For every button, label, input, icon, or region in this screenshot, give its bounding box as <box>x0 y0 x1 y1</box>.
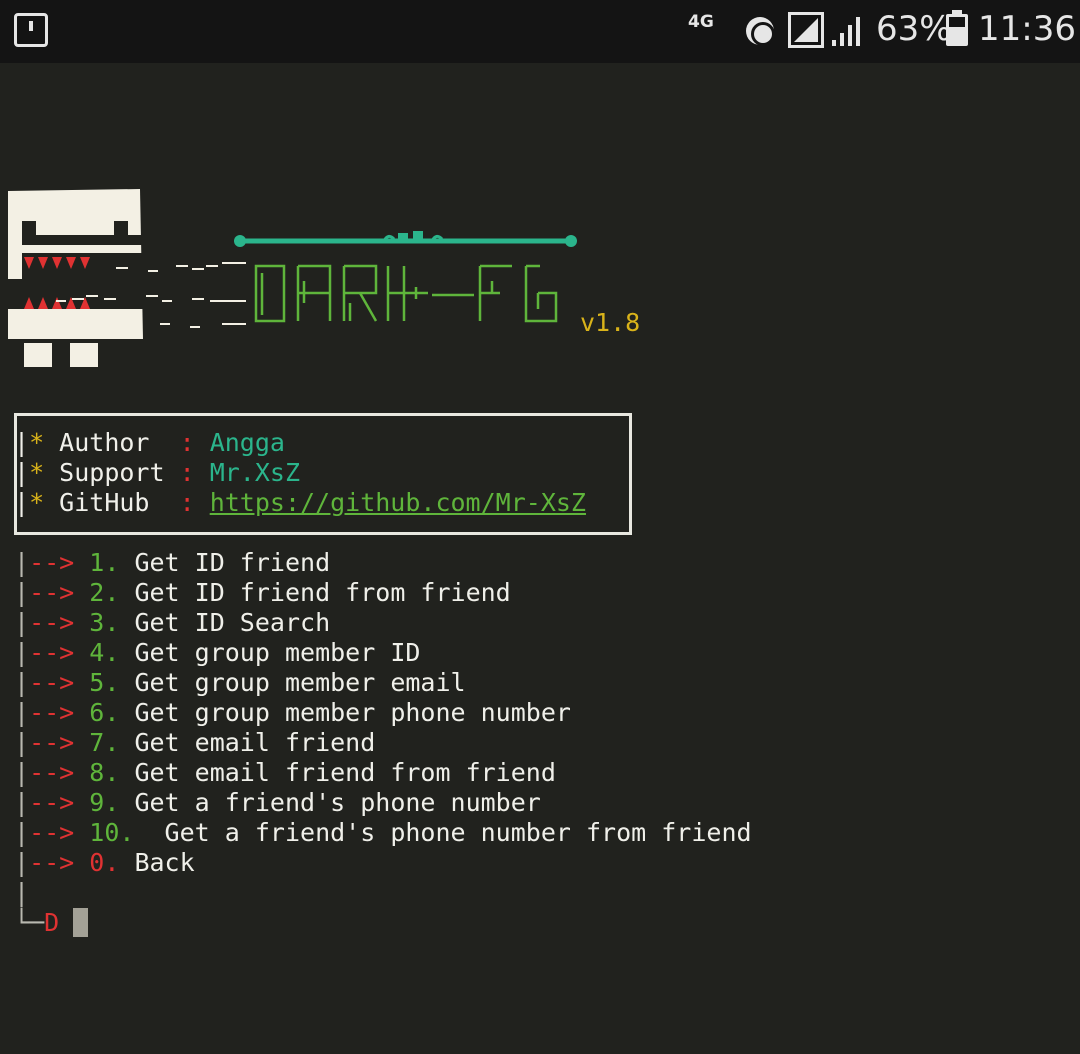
menu-arrow: --> <box>29 788 90 817</box>
battery-percentage: 63% <box>876 9 952 49</box>
info-row-support: |* Support : Mr.XsZ <box>14 458 300 487</box>
menu-item[interactable]: |--> 9. Get a friend's phone number <box>14 788 541 818</box>
menu-item-number: 6. <box>89 698 120 727</box>
menu-item[interactable]: |--> 4. Get group member ID <box>14 638 420 668</box>
menu-item[interactable]: |--> 7. Get email friend <box>14 728 375 758</box>
prompt-char: D <box>44 908 60 937</box>
terminal-screen[interactable]: «----------✧----------» v1.8 |* Author :… <box>0 63 1080 1054</box>
menu-arrow: --> <box>29 758 90 787</box>
menu-arrow: --> <box>29 668 90 697</box>
menu-item-label: Get ID friend from friend <box>134 578 511 607</box>
cellular-signal-icon <box>832 17 860 46</box>
menu-item-label: Get a friend's phone number from friend <box>149 818 752 847</box>
menu-item-number: 3. <box>89 608 120 637</box>
menu-arrow: --> <box>29 638 90 667</box>
menu-pipe: | <box>14 848 30 877</box>
menu-pipe: | <box>14 728 30 757</box>
command-prompt[interactable]: └─D <box>14 908 89 938</box>
menu-arrow: --> <box>29 548 90 577</box>
menu-item-label: Get group member phone number <box>134 698 571 727</box>
menu-item-label: Get email friend <box>134 728 376 757</box>
menu-item-label: Get group member ID <box>134 638 421 667</box>
menu-item-label: Back <box>134 848 195 877</box>
menu-pipe: | <box>14 668 30 697</box>
menu-item-number: 5. <box>89 668 120 697</box>
prompt-pipe: | <box>14 878 30 907</box>
menu-pipe: | <box>14 608 30 637</box>
menu-item[interactable]: |--> 0. Back <box>14 848 195 878</box>
github-link[interactable]: https://github.com/Mr-XsZ <box>210 488 586 517</box>
info-row-github: |* GitHub : https://github.com/Mr-XsZ <box>14 488 586 517</box>
menu-item-number: 7. <box>89 728 120 757</box>
notification-icon <box>14 13 48 47</box>
menu-item-number: 4. <box>89 638 120 667</box>
menu-item-label: Get email friend from friend <box>134 758 556 787</box>
menu-arrow: --> <box>29 698 90 727</box>
menu-pipe: | <box>14 698 30 727</box>
monster-logo-icon <box>8 189 144 367</box>
menu-pipe: | <box>14 818 30 847</box>
menu-item-number: 2. <box>89 578 120 607</box>
menu-item-number: 9. <box>89 788 120 817</box>
ornament-top <box>234 231 577 247</box>
menu-pipe: | <box>14 548 30 577</box>
clock: 11:36 <box>978 9 1076 49</box>
menu-item[interactable]: |--> 2. Get ID friend from friend <box>14 578 511 608</box>
menu-pipe: | <box>14 578 30 607</box>
menu-item[interactable]: |--> 6. Get group member phone number <box>14 698 571 728</box>
menu-item-number: 8. <box>89 758 120 787</box>
menu-arrow: --> <box>29 578 90 607</box>
menu-item[interactable]: |--> 1. Get ID friend <box>14 548 330 578</box>
text-cursor <box>73 908 89 937</box>
menu-item[interactable]: |--> 10. Get a friend's phone number fro… <box>14 818 752 848</box>
menu-arrow: --> <box>29 728 90 757</box>
menu-item-number: 1. <box>89 548 120 577</box>
version-label: v1.8 <box>580 308 641 337</box>
menu-arrow: --> <box>29 848 90 877</box>
menu-item[interactable]: |--> 5. Get group member email <box>14 668 466 698</box>
menu-arrow: --> <box>29 608 90 637</box>
menu-item-number: 10. <box>89 818 135 847</box>
menu-pipe: | <box>14 638 30 667</box>
menu-arrow: --> <box>29 818 90 847</box>
menu-item[interactable]: |--> 3. Get ID Search <box>14 608 330 638</box>
battery-icon <box>946 10 968 46</box>
status-bar: 4G 63% 11:36 <box>0 0 1080 63</box>
menu-pipe: | <box>14 788 30 817</box>
dark-fb-title-art <box>254 264 558 323</box>
menu-item-label: Get a friend's phone number <box>134 788 541 817</box>
menu-item-label: Get ID friend <box>134 548 331 577</box>
vpn-globe-icon <box>746 17 775 46</box>
menu-item-label: Get group member email <box>134 668 466 697</box>
menu-pipe: | <box>14 758 30 787</box>
menu-item[interactable]: |--> 8. Get email friend from friend <box>14 758 556 788</box>
network-type: 4G <box>688 12 714 32</box>
dark-fb-ascii-banner: «----------✧----------» <box>8 189 577 367</box>
signal-strength-icon <box>788 12 824 48</box>
menu-item-number: 0. <box>89 848 120 877</box>
menu-item-label: Get ID Search <box>134 608 331 637</box>
info-row-author: |* Author : Angga <box>14 428 285 457</box>
